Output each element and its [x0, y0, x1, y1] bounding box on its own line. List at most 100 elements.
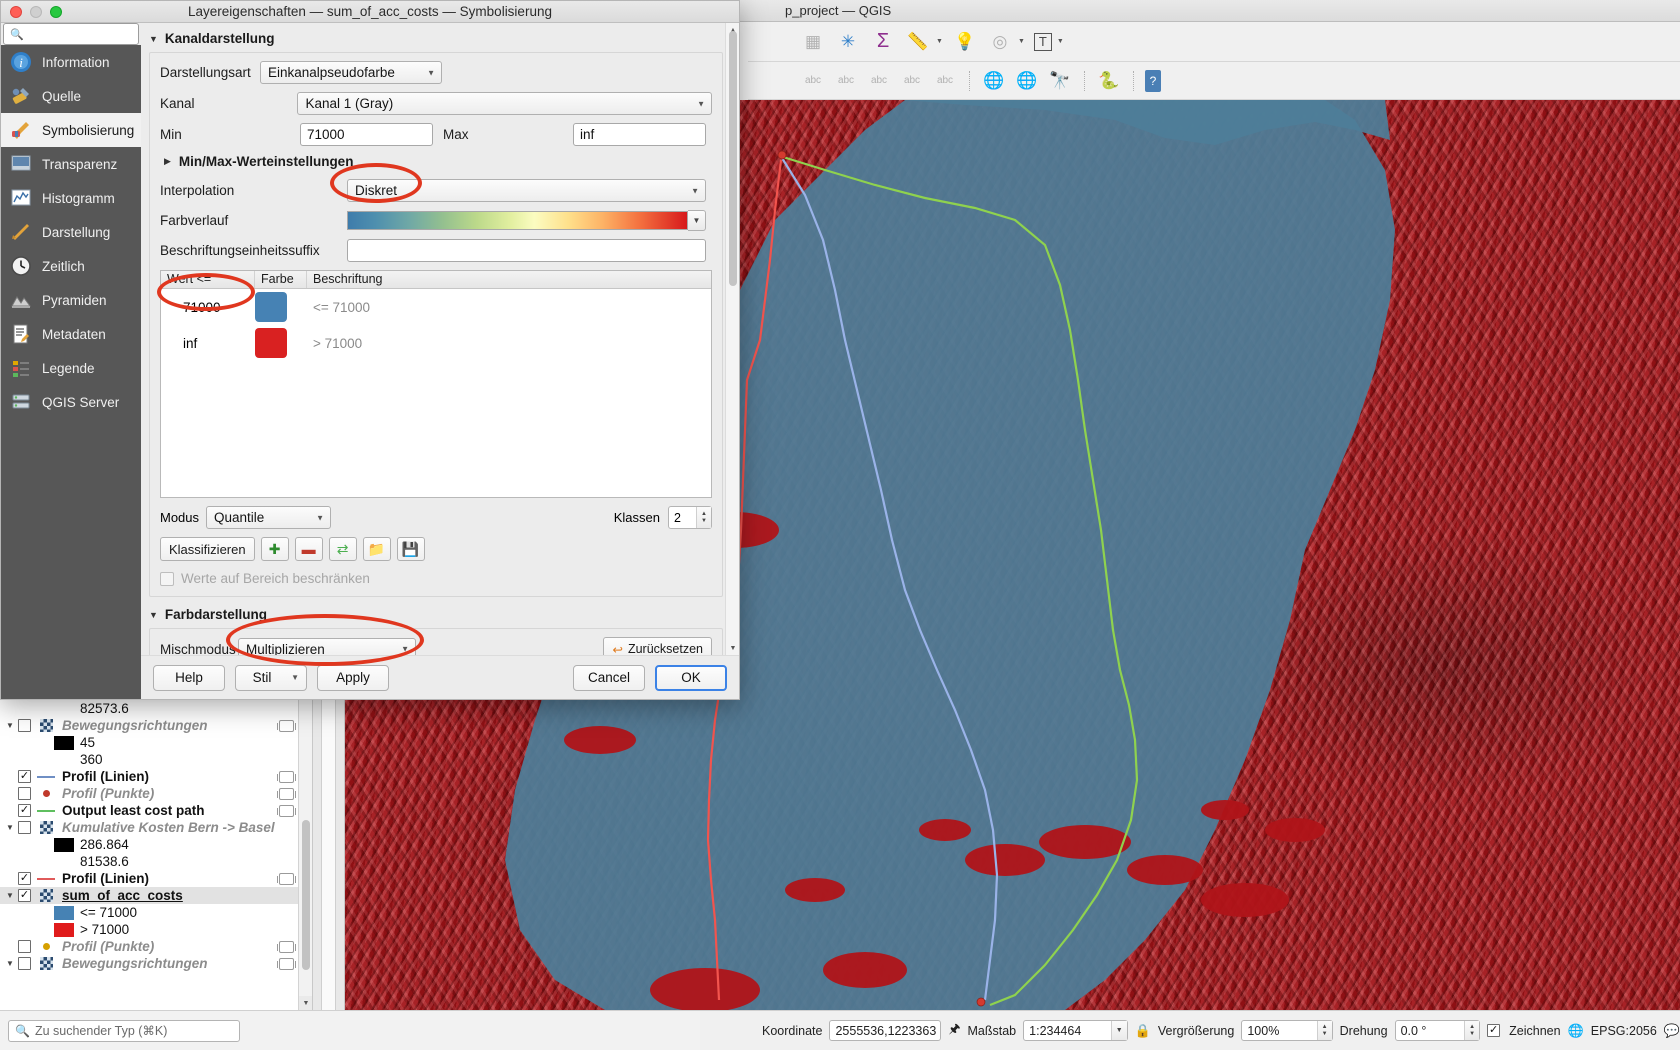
sidebar-item-qgis-server[interactable]: QGIS Server: [1, 385, 141, 419]
layer-row[interactable]: ▼✓Profil (Linien): [0, 768, 312, 785]
rotation-spinbox[interactable]: 0.0 ° ▲ ▼: [1394, 1020, 1481, 1041]
magnifier-stepper[interactable]: ▲ ▼: [1316, 1021, 1332, 1040]
wms-layer-icon[interactable]: 🌐: [1014, 68, 1040, 94]
layer-visibility-checkbox[interactable]: [18, 719, 31, 732]
extent-toggle-icon[interactable]: 🖈: [948, 1020, 960, 1042]
magnifier-spinbox[interactable]: 100% ▲ ▼: [1241, 1020, 1333, 1041]
lock-scale-icon[interactable]: 🔒: [1135, 1023, 1151, 1039]
layers-tree[interactable]: ▼82573.6▼Bewegungsrichtungen▼45▼360▼✓Pro…: [0, 700, 312, 972]
class-value[interactable]: 71000: [161, 300, 255, 315]
band-combo[interactable]: Kanal 1 (Gray) ▼: [297, 92, 712, 115]
sidebar-item-zeitlich[interactable]: Zeitlich: [1, 249, 141, 283]
expand-collapse-icon[interactable]: ▼: [2, 823, 18, 832]
remove-class-button[interactable]: ▬: [294, 537, 323, 561]
classes-stepper[interactable]: ▲ ▼: [696, 507, 711, 528]
chevron-right-icon[interactable]: ▶: [160, 156, 171, 167]
text-annotation-icon[interactable]: T: [1033, 32, 1052, 51]
layer-row[interactable]: ▼82573.6: [0, 700, 312, 717]
layer-row[interactable]: ▼✓Profil (Linien): [0, 870, 312, 887]
metasearch-icon[interactable]: 🔭: [1047, 68, 1073, 94]
class-rows[interactable]: 71000 <= 71000 inf > 71000: [161, 289, 711, 361]
expand-collapse-icon[interactable]: ▼: [2, 891, 18, 900]
sidebar-item-metadaten[interactable]: Metadaten: [1, 317, 141, 351]
crs-label[interactable]: EPSG:2056: [1591, 1024, 1657, 1038]
class-color-swatch[interactable]: [255, 292, 287, 322]
annotation-icon[interactable]: ◎: [987, 29, 1013, 55]
sidebar-item-symbolisierung[interactable]: Symbolisierung: [1, 113, 141, 147]
layer-filter-chip-icon[interactable]: [277, 872, 297, 885]
python-console-icon[interactable]: 🐍: [1096, 68, 1122, 94]
classify-button[interactable]: Klassifizieren: [160, 537, 255, 561]
measure-dropdown-caret[interactable]: ▼: [936, 38, 943, 45]
layer-visibility-checkbox[interactable]: [18, 957, 31, 970]
mode-combo[interactable]: Quantile ▼: [206, 506, 331, 529]
layer-row[interactable]: ▼<= 71000: [0, 904, 312, 921]
layer-filter-chip-icon[interactable]: [277, 804, 297, 817]
sidebar-item-information[interactable]: i Information: [1, 45, 141, 79]
sidebar-item-quelle[interactable]: Quelle: [1, 79, 141, 113]
layers-panel[interactable]: ▼82573.6▼Bewegungsrichtungen▼45▼360▼✓Pro…: [0, 700, 313, 1010]
ok-button[interactable]: OK: [655, 664, 727, 691]
add-wms-icon[interactable]: 🌐: [981, 68, 1007, 94]
dialog-scrollbar[interactable]: ▲ ▼: [725, 23, 739, 655]
layer-filter-chip-icon[interactable]: [277, 957, 297, 970]
dialog-search-input[interactable]: 🔍: [3, 23, 139, 45]
layer-properties-dialog[interactable]: Layereigenschaften — sum_of_acc_costs — …: [0, 0, 740, 700]
reset-button[interactable]: ↩ Zurücksetzen: [603, 637, 712, 655]
layer-row[interactable]: ▼Profil (Punkte): [0, 785, 312, 802]
color-rendering-group-header[interactable]: ▼ Farbdarstellung: [141, 597, 739, 628]
label-unit-suffix-input[interactable]: [347, 239, 706, 262]
chevron-down-icon[interactable]: ▼: [401, 645, 409, 654]
minmax-settings-row[interactable]: ▶ Min/Max-Werteinstellungen: [160, 154, 712, 169]
chevron-down-icon[interactable]: ▼: [697, 99, 705, 108]
apply-button[interactable]: Apply: [317, 664, 389, 691]
sidebar-item-histogramm[interactable]: Histogramm: [1, 181, 141, 215]
render-checkbox[interactable]: ✓: [1487, 1024, 1501, 1037]
crs-globe-icon[interactable]: 🌐: [1568, 1023, 1584, 1039]
layer-filter-chip-icon[interactable]: [277, 719, 297, 732]
label-move-icon[interactable]: abc: [866, 68, 892, 94]
add-class-button[interactable]: ✚: [260, 537, 289, 561]
layer-visibility-checkbox[interactable]: [18, 821, 31, 834]
class-value[interactable]: inf: [161, 336, 255, 351]
style-button[interactable]: Stil ▼: [235, 664, 307, 691]
dialog-titlebar[interactable]: Layereigenschaften — sum_of_acc_costs — …: [1, 1, 739, 23]
scale-combo[interactable]: 1:234464 ▼: [1023, 1020, 1128, 1041]
layer-visibility-checkbox[interactable]: [18, 787, 31, 800]
locator-search-input[interactable]: 🔍 Zu suchender Typ (⌘K): [8, 1019, 240, 1042]
chevron-down-icon[interactable]: ▼: [691, 186, 699, 195]
save-classes-button[interactable]: 💾: [396, 537, 425, 561]
load-classes-button[interactable]: 📁: [362, 537, 391, 561]
layer-filter-chip-icon[interactable]: [277, 787, 297, 800]
max-input[interactable]: inf: [573, 123, 706, 146]
annotation-dropdown-caret[interactable]: ▼: [1018, 38, 1025, 45]
label-hide-icon[interactable]: abc: [833, 68, 859, 94]
layer-row[interactable]: ▼ Bewegungsrichtungen: [0, 955, 312, 972]
chevron-down-icon[interactable]: ▼: [291, 673, 299, 682]
help-icon[interactable]: ?: [1145, 69, 1161, 92]
layer-row[interactable]: ▼✓Output least cost path: [0, 802, 312, 819]
layer-visibility-checkbox[interactable]: ✓: [18, 872, 31, 885]
layers-panel-scrollbar[interactable]: ▼: [298, 700, 312, 1010]
class-table[interactable]: Wert <= Farbe Beschriftung 71000 <= 71000…: [160, 270, 712, 498]
layer-visibility-checkbox[interactable]: ✓: [18, 770, 31, 783]
help-button[interactable]: Help: [153, 664, 225, 691]
min-input[interactable]: 71000: [300, 123, 433, 146]
scrollbar-thumb[interactable]: [302, 820, 310, 970]
band-rendering-group-header[interactable]: ▼ Kanaldarstellung: [141, 23, 739, 52]
layer-filter-chip-icon[interactable]: [277, 770, 297, 783]
blend-mode-combo[interactable]: Multiplizieren ▼: [238, 637, 416, 655]
interpolation-combo[interactable]: Diskret ▼: [347, 179, 706, 202]
layer-row[interactable]: ▼ Kumulative Kosten Bern -> Basel: [0, 819, 312, 836]
chevron-down-icon[interactable]: ▼: [427, 68, 435, 77]
class-row[interactable]: 71000 <= 71000: [161, 289, 711, 325]
layer-row[interactable]: ▼45: [0, 734, 312, 751]
class-color-cell[interactable]: [255, 292, 307, 322]
label-change-icon[interactable]: abc: [932, 68, 958, 94]
layer-visibility-checkbox[interactable]: [18, 940, 31, 953]
layer-row[interactable]: ▼ ✓ sum_of_acc_costs: [0, 887, 312, 904]
layer-filter-chip-icon[interactable]: [277, 940, 297, 953]
layer-row[interactable]: ▼81538.6: [0, 853, 312, 870]
class-label[interactable]: <= 71000: [307, 300, 370, 315]
color-ramp-dropdown-button[interactable]: ▼: [688, 210, 706, 231]
